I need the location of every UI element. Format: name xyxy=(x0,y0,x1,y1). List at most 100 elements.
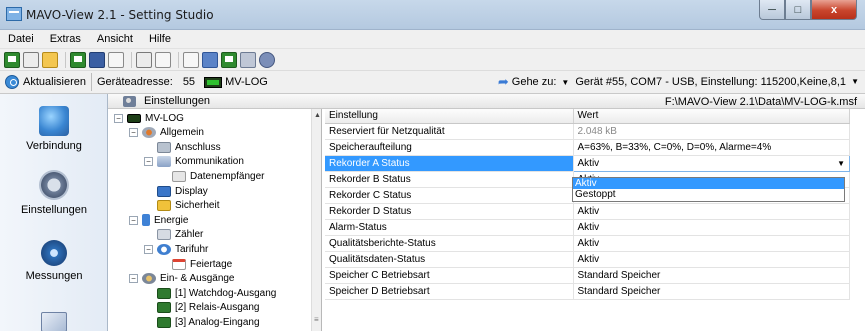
settings-icon xyxy=(39,170,69,200)
collapse-toggle-icon[interactable]: − xyxy=(129,128,138,138)
tree-item[interactable]: − Energie xyxy=(129,213,188,227)
scroll-up-icon[interactable]: ▲ xyxy=(314,112,321,119)
chart-icon xyxy=(41,312,67,331)
nav-label: Verbindung xyxy=(26,140,82,152)
setting-value-text: A=63%, B=33%, C=0%, D=0%, Alarme=4% xyxy=(577,141,772,153)
edit-icon[interactable] xyxy=(240,51,256,68)
setting-value-text: Standard Speicher xyxy=(577,269,661,281)
device-name[interactable]: MV-LOG xyxy=(225,76,268,88)
close-button[interactable]: x xyxy=(811,0,857,20)
setting-value[interactable]: Aktiv xyxy=(573,219,850,236)
setting-value[interactable]: Standard Speicher xyxy=(573,267,850,284)
tree-item[interactable]: − Ein- & Ausgänge xyxy=(129,272,235,286)
address-toolbar: Aktualisieren Geräteadresse: 55 MV-LOG ➦… xyxy=(0,70,865,94)
tree-scrollbar[interactable]: ▲ ≡ xyxy=(311,109,321,331)
tree-item[interactable]: Sicherheit xyxy=(144,199,219,213)
tree-item[interactable]: − Tarifuhr xyxy=(144,242,208,256)
nav-item-connection[interactable]: Verbindung xyxy=(0,106,108,152)
setting-value[interactable]: Aktiv xyxy=(573,251,850,268)
setting-value[interactable]: A=63%, B=33%, C=0%, D=0%, Alarme=4% xyxy=(573,139,850,156)
tree-item[interactable]: Feiertage xyxy=(159,257,232,271)
setting-name: Rekorder C Status xyxy=(325,187,574,204)
menu-extras[interactable]: Extras xyxy=(42,33,89,45)
dropdown-arrow-icon[interactable]: ▼ xyxy=(837,159,845,168)
setting-value[interactable]: Standard Speicher xyxy=(573,283,850,300)
tree-item[interactable]: − MV-LOG xyxy=(114,111,184,125)
tree-item[interactable]: − Allgemein xyxy=(129,126,204,140)
gear-icon[interactable] xyxy=(259,51,275,68)
refresh-button[interactable]: Aktualisieren xyxy=(0,71,86,93)
collapse-toggle-icon[interactable]: − xyxy=(114,113,123,123)
collapse-toggle-icon[interactable]: − xyxy=(144,157,153,167)
save-icon[interactable] xyxy=(89,51,105,68)
report-icon[interactable] xyxy=(183,51,199,68)
tree-item[interactable]: [1] Watchdog-Ausgang xyxy=(144,286,276,300)
refresh-label: Aktualisieren xyxy=(23,76,86,88)
app-icon xyxy=(6,7,22,21)
setting-value-text: Aktiv xyxy=(577,157,600,169)
table-row[interactable]: Qualitätsdaten-Status Aktiv xyxy=(325,251,850,268)
print-preview-icon[interactable] xyxy=(23,51,39,68)
collapse-toggle-icon[interactable]: − xyxy=(129,215,138,225)
goto-dropdown-icon[interactable]: ▼ xyxy=(561,78,569,87)
setting-name: Alarm-Status xyxy=(325,219,574,236)
print-icon[interactable] xyxy=(136,51,152,68)
settings-title: Einstellungen xyxy=(144,95,211,107)
setting-value-text: Aktiv xyxy=(577,221,600,233)
toolbar-overflow-icon[interactable]: ▼ xyxy=(851,77,859,86)
tree-item-label: [2] Relais-Ausgang xyxy=(175,302,260,314)
energy-icon xyxy=(142,214,150,227)
tree-item[interactable]: Anschluss xyxy=(144,140,221,154)
table-row[interactable]: Speicheraufteilung A=63%, B=33%, C=0%, D=… xyxy=(325,139,850,156)
nav-label: Einstellungen xyxy=(20,204,88,216)
nav-panel: Verbindung Einstellungen Messungen xyxy=(0,94,108,331)
tree-item[interactable]: [2] Relais-Ausgang xyxy=(144,301,260,315)
tree-item[interactable]: Display xyxy=(144,184,208,198)
goto-button[interactable]: Gehe zu: xyxy=(512,76,557,88)
setting-value[interactable]: 2.048 kB xyxy=(573,123,850,140)
nav-item-settings[interactable]: Einstellungen xyxy=(0,170,108,216)
table-row[interactable]: Qualitätsberichte-Status Aktiv xyxy=(325,235,850,252)
tree-item[interactable]: Zähler xyxy=(144,228,203,242)
setting-value[interactable]: Aktiv xyxy=(573,235,850,252)
minimize-button[interactable]: ─ xyxy=(759,0,785,20)
scroll-grip-icon[interactable]: ≡ xyxy=(314,315,319,324)
setting-name: Rekorder A Status xyxy=(325,155,574,172)
collapse-toggle-icon[interactable]: − xyxy=(129,274,138,284)
menu-ansicht[interactable]: Ansicht xyxy=(89,33,141,45)
dropdown-option-aktiv[interactable]: Aktiv xyxy=(573,178,844,189)
menu-datei[interactable]: Datei xyxy=(0,33,42,45)
table-row[interactable]: Rekorder D Status Aktiv xyxy=(325,203,850,220)
connection-icon xyxy=(39,106,69,136)
setting-value[interactable]: Aktiv xyxy=(573,203,850,220)
tree-item[interactable]: [3] Analog-Eingang xyxy=(144,315,260,329)
table-row[interactable]: Speicher D Betriebsart Standard Speicher xyxy=(325,283,850,300)
nav-item-measurements[interactable]: Messungen xyxy=(0,240,108,282)
value-dropdown[interactable]: Aktiv ▼ xyxy=(572,154,850,172)
collapse-toggle-icon[interactable]: − xyxy=(144,244,153,254)
preview-icon[interactable] xyxy=(155,51,171,68)
column-header-value[interactable]: Wert xyxy=(573,109,850,124)
nav-item-charts[interactable] xyxy=(0,312,108,331)
tree-item[interactable]: − Kommunikation xyxy=(144,155,244,169)
tree-item[interactable]: Datenempfänger xyxy=(159,169,265,183)
address-input[interactable]: 55 xyxy=(183,76,195,88)
refresh-icon xyxy=(5,75,19,89)
column-header-setting[interactable]: Einstellung xyxy=(325,109,574,124)
table-row[interactable]: Reserviert für Netzqualität 2.048 kB xyxy=(325,123,850,140)
table-row[interactable]: Alarm-Status Aktiv xyxy=(325,219,850,236)
menu-bar: Datei Extras Ansicht Hilfe xyxy=(0,30,865,48)
device-settings-icon[interactable] xyxy=(221,51,237,68)
dropdown-option-gestoppt[interactable]: Gestoppt xyxy=(573,189,844,200)
output-icon xyxy=(157,287,171,299)
maximize-button[interactable]: □ xyxy=(785,0,811,20)
new-device-icon[interactable] xyxy=(4,51,20,68)
open-folder-icon[interactable] xyxy=(42,51,58,68)
menu-hilfe[interactable]: Hilfe xyxy=(141,33,179,45)
table-row[interactable]: Speicher C Betriebsart Standard Speicher xyxy=(325,267,850,284)
copy-icon[interactable] xyxy=(108,51,124,68)
device-icon[interactable] xyxy=(70,51,86,68)
table-row[interactable]: Rekorder A Status Aktiv ▼ xyxy=(325,154,850,172)
tools-icon[interactable] xyxy=(202,51,218,68)
setting-value-text: Aktiv xyxy=(577,253,600,265)
